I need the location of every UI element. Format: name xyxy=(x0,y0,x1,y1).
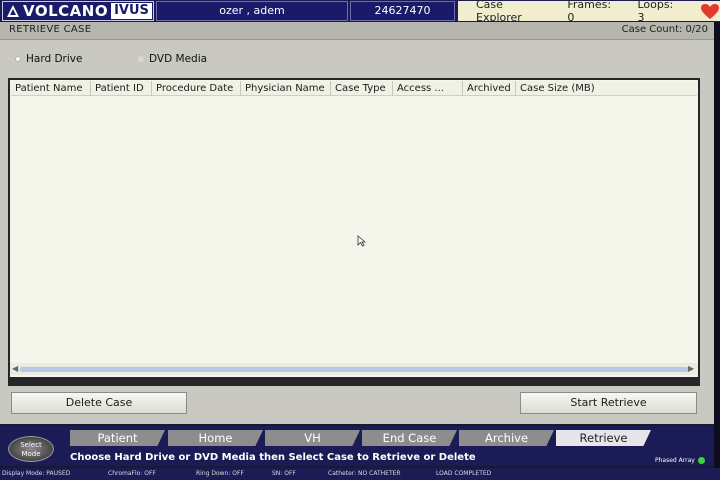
brand-suffix: IVUS xyxy=(111,3,152,19)
frames-count: Frames: 0 xyxy=(567,0,612,24)
table-header: Patient Name Patient ID Procedure Date P… xyxy=(11,81,697,96)
loops-count: Loops: 3 xyxy=(637,0,674,24)
radio-unselected-icon xyxy=(138,56,144,62)
tab-vh[interactable]: VH xyxy=(265,430,360,446)
select-mode-label-1: Select xyxy=(20,441,42,449)
radio-hard-drive-label: Hard Drive xyxy=(26,53,83,65)
start-retrieve-button[interactable]: Start Retrieve xyxy=(520,392,697,414)
status-catheter: Catheter: NO CATHETER xyxy=(328,470,401,477)
scrollbar-thumb[interactable] xyxy=(20,367,688,372)
select-mode-button[interactable]: Select Mode xyxy=(8,436,54,462)
radio-selected-icon xyxy=(15,56,21,62)
tab-home[interactable]: Home xyxy=(168,430,263,446)
patient-id-display: 24627470 xyxy=(350,1,455,21)
radio-dvd-media-label: DVD Media xyxy=(149,53,208,65)
instruction-text: Choose Hard Drive or DVD Media then Sele… xyxy=(70,452,476,463)
col-patient-name[interactable]: Patient Name xyxy=(11,81,91,96)
status-display-mode: Display Mode: PAUSED xyxy=(2,470,71,477)
scroll-left-icon[interactable]: ◀ xyxy=(12,364,18,373)
phased-array-indicator: Phased Array xyxy=(655,457,705,464)
mouse-cursor-icon xyxy=(357,232,367,251)
tab-end-case[interactable]: End Case xyxy=(362,430,457,446)
col-patient-id[interactable]: Patient ID xyxy=(91,81,152,96)
tab-archive[interactable]: Archive xyxy=(459,430,554,446)
user-name: ozer , adem xyxy=(156,1,348,21)
status-sn: SN: OFF xyxy=(272,470,296,477)
col-physician-name[interactable]: Physician Name xyxy=(241,81,331,96)
select-mode-label-2: Mode xyxy=(21,450,41,458)
col-access[interactable]: Access ... xyxy=(393,81,463,96)
panel-title-bar xyxy=(0,22,714,40)
brand-name: VOLCANO xyxy=(23,2,109,20)
status-box: Case Explorer Frames: 0 Loops: 3 xyxy=(458,0,720,24)
col-case-size[interactable]: Case Size (MB) xyxy=(516,81,697,96)
tab-patient[interactable]: Patient xyxy=(70,430,165,446)
status-ring-down: Ring Down: OFF xyxy=(196,470,244,477)
panel-title: RETRIEVE CASE xyxy=(9,24,92,35)
status-strip: Display Mode: PAUSED ChromaFlo: OFF Ring… xyxy=(0,468,720,480)
col-archived[interactable]: Archived xyxy=(463,81,516,96)
tab-retrieve[interactable]: Retrieve xyxy=(556,430,651,446)
volcano-triangle-icon xyxy=(5,3,21,19)
radio-hard-drive[interactable]: Hard Drive xyxy=(15,53,82,65)
scroll-right-icon[interactable]: ▶ xyxy=(688,364,694,373)
phased-array-label: Phased Array xyxy=(655,457,695,464)
status-green-icon xyxy=(697,457,705,464)
mode-label: Case Explorer xyxy=(476,0,522,24)
volcano-logo: VOLCANO IVUS xyxy=(2,1,154,21)
col-procedure-date[interactable]: Procedure Date xyxy=(152,81,241,96)
case-table[interactable] xyxy=(10,80,698,377)
delete-case-button[interactable]: Delete Case xyxy=(11,392,187,414)
status-load: LOAD COMPLETED xyxy=(436,470,492,477)
heart-icon xyxy=(700,2,720,20)
radio-dvd-media[interactable]: DVD Media xyxy=(138,53,207,65)
case-count: Case Count: 0/20 xyxy=(621,24,708,35)
right-edge xyxy=(714,22,720,468)
status-chromaflo: ChromaFlo: OFF xyxy=(108,470,156,477)
col-case-type[interactable]: Case Type xyxy=(331,81,393,96)
